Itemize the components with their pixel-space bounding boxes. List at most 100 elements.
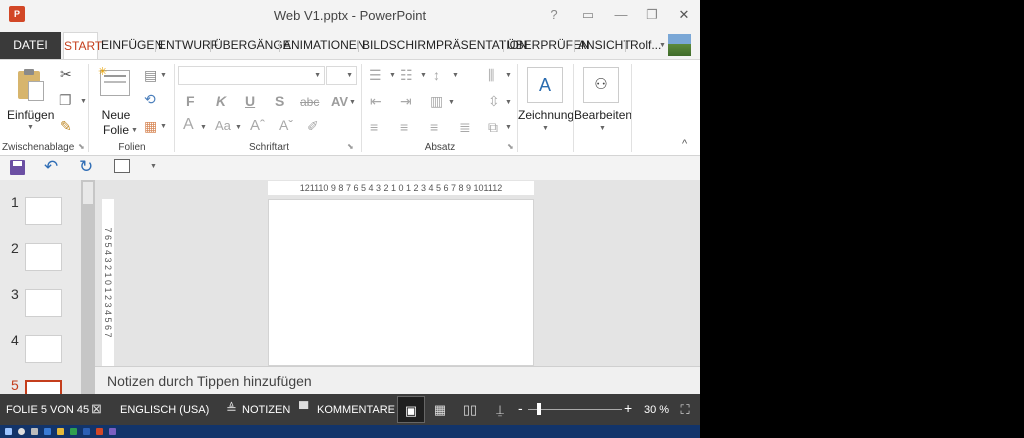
comment-icon[interactable]: ▀ (299, 401, 308, 416)
chevron-down-icon[interactable]: ▼ (349, 99, 356, 106)
format-painter-icon[interactable]: ✎ (60, 118, 72, 135)
bullets-icon[interactable]: ☰ (369, 67, 382, 84)
align-text-icon[interactable]: ⇳ (488, 93, 500, 110)
new-slide-label-2[interactable]: Folie (96, 123, 136, 137)
chevron-down-icon[interactable]: ▼ (420, 72, 427, 79)
chevron-down-icon[interactable]: ▼ (659, 42, 666, 49)
scrollbar-thumb[interactable] (83, 182, 93, 204)
chevron-down-icon[interactable]: ▼ (200, 124, 207, 131)
thumbnails-scrollbar[interactable] (81, 180, 95, 394)
copy-icon[interactable]: ❐ (59, 92, 72, 109)
zoom-slider[interactable] (528, 409, 622, 410)
paste-icon[interactable] (16, 69, 44, 103)
presenter-icon[interactable] (114, 159, 130, 173)
chevron-down-icon[interactable]: ▼ (389, 72, 396, 79)
normal-view-icon[interactable]: ▣ (397, 396, 425, 423)
bold-button[interactable]: F (186, 93, 195, 109)
slide-thumbnail[interactable] (25, 243, 62, 271)
zoom-slider-handle[interactable] (537, 403, 541, 415)
justify-icon[interactable]: ≣ (459, 119, 471, 136)
zoom-out-button[interactable]: - (518, 400, 523, 416)
drawing-label[interactable]: Zeichnung (518, 108, 574, 122)
chevron-down-icon[interactable]: ▼ (80, 98, 87, 105)
start-icon[interactable] (5, 428, 12, 435)
slide-thumbnail[interactable] (25, 335, 62, 363)
tab-entwurf[interactable]: ENTWURF (158, 32, 218, 59)
slide-thumbnail[interactable] (25, 289, 62, 317)
restore-button[interactable]: ❐ (643, 6, 661, 24)
search-icon[interactable] (18, 428, 25, 435)
chevron-down-icon[interactable]: ▼ (160, 123, 167, 130)
chevron-down-icon[interactable]: ▼ (505, 124, 512, 131)
character-spacing-button[interactable]: AV (331, 94, 348, 109)
tab-datei[interactable]: DATEI (0, 32, 61, 59)
strikethrough-button[interactable]: abc (300, 95, 319, 109)
change-case-icon[interactable]: Aa (215, 118, 231, 133)
slide-sorter-view-icon[interactable]: ▦ (426, 396, 454, 423)
avatar[interactable] (668, 34, 691, 56)
slide-thumbnail-selected[interactable] (25, 380, 62, 394)
user-account-name[interactable]: Rolf... (630, 32, 661, 59)
ribbon-display-options-icon[interactable]: ▭ (579, 6, 597, 24)
layout-icon[interactable]: ▤ (144, 67, 157, 84)
slide-thumbnail[interactable] (25, 197, 62, 225)
tab-start[interactable]: START (63, 32, 102, 59)
editing-label[interactable]: Bearbeiten (574, 108, 632, 122)
undo-icon[interactable]: ↶ (44, 157, 58, 177)
shadow-button[interactable]: S (275, 93, 284, 109)
close-button[interactable]: ✕ (675, 6, 693, 24)
line-spacing-icon[interactable]: ↕ (433, 67, 440, 83)
columns-icon[interactable]: ▥ (430, 93, 443, 110)
decrease-indent-icon[interactable]: ⇤ (370, 93, 382, 110)
increase-font-size-icon[interactable]: Aˆ (250, 117, 265, 134)
chevron-down-icon[interactable]: ▼ (542, 125, 549, 132)
convert-to-smartart-icon[interactable]: ⧉ (488, 119, 498, 136)
chevron-down-icon[interactable]: ▼ (599, 125, 606, 132)
chevron-down-icon[interactable]: ▼ (160, 72, 167, 79)
slide-count-status[interactable]: FOLIE 5 VON 45 (6, 404, 89, 416)
onenote-icon[interactable] (109, 428, 116, 435)
underline-button[interactable]: U (245, 93, 255, 109)
chevron-down-icon[interactable]: ▼ (235, 124, 242, 131)
zoom-percentage[interactable]: 30 % (644, 404, 669, 416)
tab-animationen[interactable]: ANIMATIONEN (283, 32, 365, 59)
powerpoint-taskbar-icon[interactable] (96, 428, 103, 435)
clear-formatting-icon[interactable]: ✐ (307, 118, 319, 135)
shapes-icon[interactable]: A (527, 67, 563, 103)
font-name-combobox[interactable]: ▼ (178, 66, 325, 85)
paste-button-label[interactable]: Einfügen (7, 108, 54, 122)
text-direction-icon[interactable]: ⫼ (488, 67, 494, 84)
save-icon[interactable] (10, 160, 25, 175)
chevron-down-icon[interactable]: ▼ (27, 124, 34, 131)
align-left-icon[interactable]: ≡ (370, 119, 378, 135)
zoom-in-button[interactable]: + (624, 400, 632, 416)
cut-icon[interactable]: ✂ (60, 66, 72, 83)
language-status[interactable]: ENGLISCH (USA) (120, 404, 209, 416)
dialog-launcher-icon[interactable]: ⬊ (347, 142, 354, 151)
increase-indent-icon[interactable]: ⇥ (400, 93, 412, 110)
chevron-down-icon[interactable]: ▼ (448, 99, 455, 106)
task-view-icon[interactable] (31, 428, 38, 435)
binoculars-icon[interactable]: ⚇ (583, 67, 619, 103)
chevron-down-icon[interactable]: ▼ (452, 72, 459, 79)
font-color-icon[interactable]: A (183, 116, 194, 134)
slideshow-view-icon[interactable]: ⍊ (486, 396, 514, 423)
italic-button[interactable]: K (216, 93, 226, 109)
dialog-launcher-icon[interactable]: ⬊ (507, 142, 514, 151)
tab-ansicht[interactable]: ANSICHT (578, 32, 631, 59)
notes-icon[interactable]: ≜ (226, 401, 237, 417)
minimize-button[interactable]: — (612, 6, 630, 24)
help-icon[interactable]: ? (545, 6, 563, 24)
reset-slide-icon[interactable]: ⟲ (144, 91, 156, 108)
chevron-down-icon[interactable]: ▼ (505, 99, 512, 106)
redo-icon[interactable]: ↻ (79, 157, 93, 177)
chevron-down-icon[interactable]: ▼ (505, 72, 512, 79)
notes-pane[interactable]: Notizen durch Tippen hinzufügen (95, 366, 700, 394)
spell-check-icon[interactable]: ⊠ (91, 401, 102, 417)
collapse-ribbon-icon[interactable]: ^ (682, 138, 687, 150)
decrease-font-size-icon[interactable]: Aˇ (279, 117, 293, 133)
word-icon[interactable] (83, 428, 90, 435)
font-size-combobox[interactable]: ▼ (326, 66, 357, 85)
comments-toggle[interactable]: KOMMENTARE (317, 404, 395, 416)
align-right-icon[interactable]: ≡ (430, 119, 438, 135)
